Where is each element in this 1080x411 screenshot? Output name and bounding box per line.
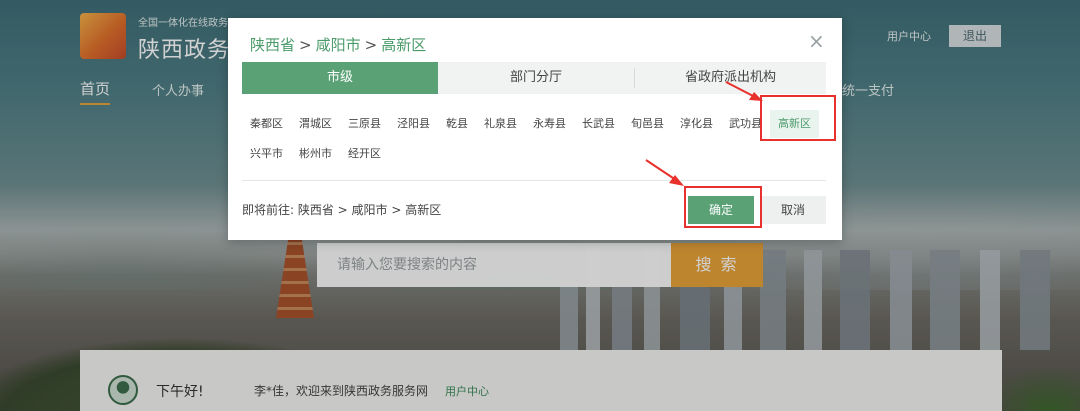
- district-row: 兴平市 彬州市 经开区: [242, 140, 826, 168]
- district-item[interactable]: 淳化县: [672, 110, 721, 138]
- district-item[interactable]: 永寿县: [525, 110, 574, 138]
- district-item[interactable]: 三原县: [340, 110, 389, 138]
- district-row: 秦都区 渭城区 三原县 泾阳县 乾县 礼泉县 永寿县 长武县 旬邑县 淳化县 武…: [242, 110, 826, 138]
- destination-label: 即将前往: 陕西省 > 咸阳市 > 高新区: [242, 203, 442, 217]
- district-item[interactable]: 秦都区: [242, 110, 291, 138]
- district-item[interactable]: 礼泉县: [476, 110, 525, 138]
- dialog-tabs: 市级 部门分厅 省政府派出机构: [242, 62, 826, 94]
- district-item[interactable]: 兴平市: [242, 140, 291, 168]
- breadcrumb-separator: >: [299, 36, 312, 54]
- tab-provincial-agency[interactable]: 省政府派出机构: [634, 68, 826, 88]
- district-item[interactable]: 经开区: [340, 140, 389, 168]
- tab-city-level[interactable]: 市级: [242, 62, 438, 94]
- breadcrumb-city: 咸阳市: [315, 36, 361, 54]
- breadcrumb-district: 高新区: [381, 36, 427, 54]
- dialog-divider: [242, 180, 826, 181]
- close-icon[interactable]: ×: [808, 31, 825, 51]
- district-item[interactable]: 泾阳县: [389, 110, 438, 138]
- district-list: 秦都区 渭城区 三原县 泾阳县 乾县 礼泉县 永寿县 长武县 旬邑县 淳化县 武…: [242, 110, 826, 168]
- highlight-box-confirm: [684, 186, 762, 228]
- breadcrumb-province: 陕西省: [250, 36, 296, 54]
- highlight-box-district: [760, 95, 836, 141]
- district-item[interactable]: 渭城区: [291, 110, 340, 138]
- district-item[interactable]: 彬州市: [291, 140, 340, 168]
- district-item[interactable]: 乾县: [438, 110, 476, 138]
- cancel-button[interactable]: 取消: [760, 196, 826, 224]
- breadcrumb-separator: >: [364, 36, 378, 54]
- district-item[interactable]: 旬邑县: [623, 110, 672, 138]
- dialog-breadcrumb: 陕西省 > 咸阳市 > 高新区: [250, 34, 426, 55]
- district-item[interactable]: 长武县: [574, 110, 623, 138]
- tab-department-hall[interactable]: 部门分厅: [438, 62, 634, 94]
